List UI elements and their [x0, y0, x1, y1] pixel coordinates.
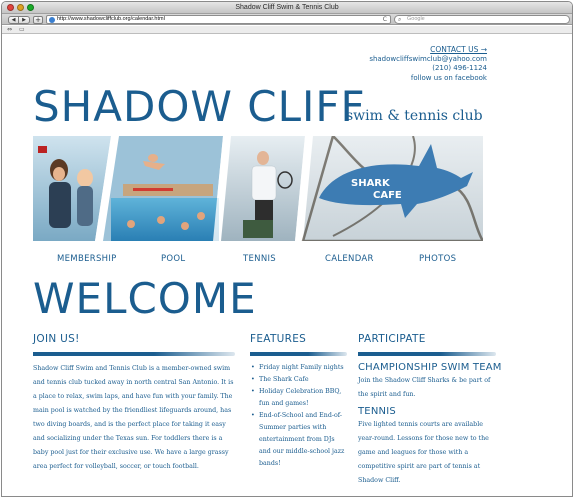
forward-button[interactable]: ▶: [19, 16, 30, 24]
search-icon: ⌕: [398, 16, 402, 23]
contact-block: CONTACT US → shadowcliffswimclub@yahoo.c…: [369, 45, 487, 83]
search-field[interactable]: ⌕ Google: [394, 15, 570, 24]
nav-membership[interactable]: MEMBERSHIP: [57, 253, 117, 265]
facebook-link[interactable]: follow us on facebook: [369, 74, 487, 84]
tennis-body: Five lighted tennis courts are available…: [358, 421, 489, 484]
nav-photos[interactable]: PHOTOS: [419, 253, 456, 265]
site-favicon-icon: [49, 17, 55, 23]
title-bar: Shadow Cliff Swim & Tennis Club: [2, 2, 572, 14]
browser-window: Shadow Cliff Swim & Tennis Club ◀ ▶ + ht…: [1, 1, 573, 497]
participate-divider: [358, 352, 496, 356]
feature-item: End-of-School and End-of-Summer parties …: [251, 410, 347, 470]
join-us-heading: JOIN US!: [33, 333, 80, 345]
welcome-heading: WELCOME: [33, 274, 257, 323]
add-bookmark-button[interactable]: +: [33, 16, 43, 24]
join-us-body: Shadow Cliff Swim and Tennis Club is a m…: [33, 365, 234, 470]
photo-banner: SHARK CAFE: [33, 136, 483, 241]
feature-item: Holiday Celebration BBQ, fun and games!: [251, 386, 347, 410]
address-bar[interactable]: http://www.shadowcliffclub.org/calendar.…: [46, 15, 391, 24]
join-us-column: JOIN US! Shadow Cliff Swim and Tennis Cl…: [33, 333, 235, 474]
nav-calendar[interactable]: CALENDAR: [325, 253, 374, 265]
contact-email[interactable]: shadowcliffswimclub@yahoo.com: [369, 55, 487, 65]
site-tagline: swim & tennis club: [346, 108, 483, 124]
cafe-sign-line1: SHARK: [351, 178, 391, 189]
url-text[interactable]: http://www.shadowcliffclub.org/calendar.…: [57, 16, 165, 23]
feature-item: The Shark Cafe: [251, 374, 347, 386]
features-divider: [250, 352, 347, 356]
feature-item: Friday night Family nights: [251, 362, 347, 374]
window-title: Shadow Cliff Swim & Tennis Club: [235, 4, 339, 11]
participate-column: PARTICIPATE CHAMPIONSHIP SWIM TEAM Join …: [358, 333, 501, 488]
nav-pool[interactable]: POOL: [161, 253, 185, 265]
contact-us-link[interactable]: CONTACT US →: [369, 45, 487, 55]
show-all-bookmarks-icon[interactable]: ▭: [19, 26, 25, 33]
history-buttons: ◀ ▶: [8, 16, 30, 24]
back-button[interactable]: ◀: [8, 16, 19, 24]
swim-team-body: Join the Shadow Cliff Sharks & be part o…: [358, 377, 491, 398]
site-logo[interactable]: SHADOW CLIFF: [33, 83, 366, 131]
features-column: FEATURES Friday night Family nights The …: [250, 333, 347, 470]
reload-icon[interactable]: C: [383, 16, 387, 23]
features-list: Friday night Family nights The Shark Caf…: [250, 362, 347, 470]
join-us-divider: [33, 352, 235, 356]
swim-team-heading[interactable]: CHAMPIONSHIP SWIM TEAM: [358, 361, 501, 374]
tennis-heading[interactable]: TENNIS: [358, 405, 496, 418]
reading-list-icon[interactable]: ⇔: [7, 26, 12, 33]
browser-toolbar: ◀ ▶ + http://www.shadowcliffclub.org/cal…: [2, 14, 572, 25]
participate-heading: PARTICIPATE: [358, 333, 426, 345]
bookmarks-bar: ⇔ ▭: [2, 26, 572, 34]
nav-tennis[interactable]: TENNIS: [243, 253, 276, 265]
contact-phone: (210) 496-1124: [432, 64, 487, 72]
banner-collage: SHARK CAFE: [33, 136, 483, 241]
cafe-sign-line2: CAFE: [373, 190, 402, 201]
search-placeholder[interactable]: Google: [407, 16, 425, 23]
web-page: CONTACT US → shadowcliffswimclub@yahoo.c…: [2, 35, 572, 496]
features-heading: FEATURES: [250, 333, 307, 345]
main-nav: MEMBERSHIP POOL TENNIS CALENDAR PHOTOS: [33, 253, 483, 265]
